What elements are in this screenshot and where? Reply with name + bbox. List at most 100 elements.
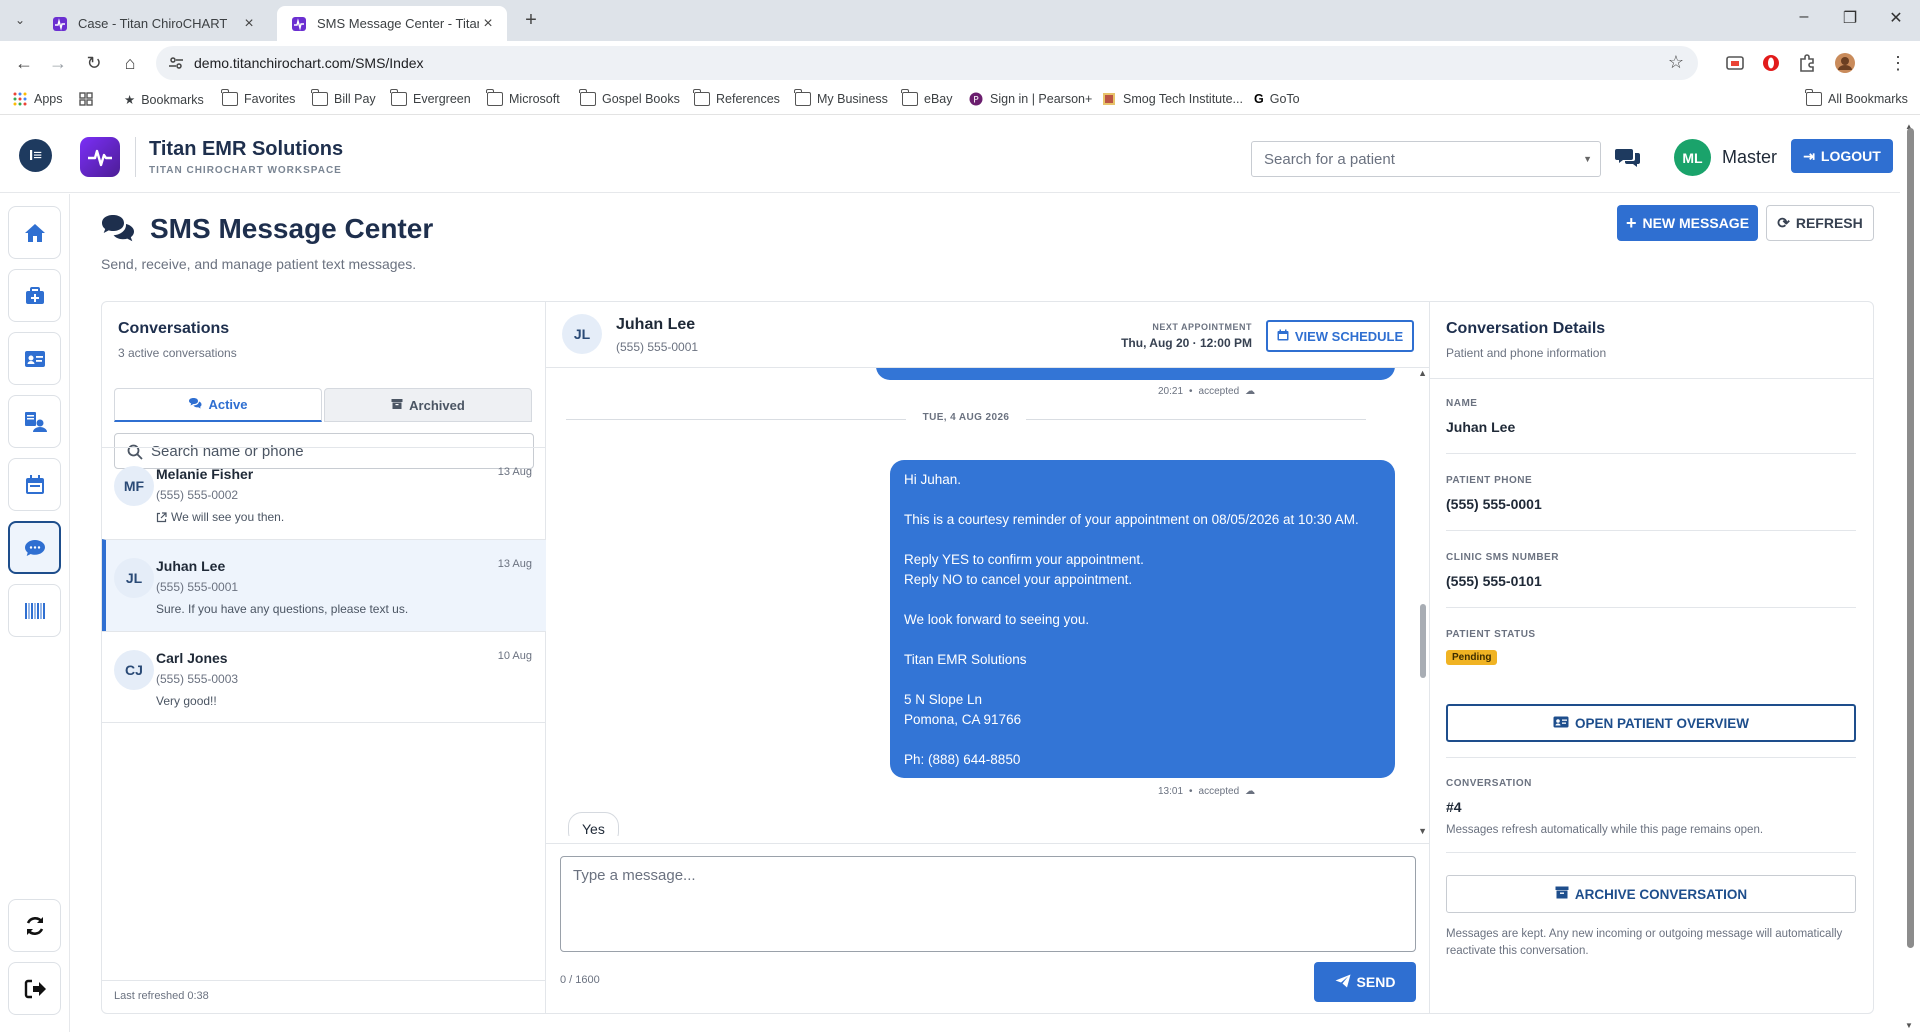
rail-home[interactable] <box>8 206 61 259</box>
contact-name: Melanie Fisher <box>156 466 254 482</box>
bookmark-star-icon[interactable]: ☆ <box>1668 52 1684 73</box>
address-bar[interactable]: demo.titanchirochart.com/SMS/Index ☆ <box>156 46 1698 80</box>
next-appointment-label: NEXT APPOINTMENT <box>1152 322 1252 332</box>
divider <box>546 843 1430 844</box>
scroll-down-icon[interactable]: ▼ <box>1418 826 1427 836</box>
tab-search-button[interactable]: ⌄ <box>8 8 32 32</box>
conversations-title: Conversations <box>118 320 230 337</box>
minimize-icon[interactable]: – <box>1794 8 1814 26</box>
restore-icon[interactable]: ❐ <box>1840 8 1860 28</box>
page-subtitle: Send, receive, and manage patient text m… <box>101 256 417 272</box>
paper-plane-icon <box>1335 974 1351 991</box>
close-tab-icon[interactable]: × <box>240 15 258 33</box>
contact-phone: (555) 555-0003 <box>156 672 239 686</box>
bookmark-evergreen[interactable]: Evergreen <box>390 89 471 106</box>
message-compose-textarea[interactable]: Type a message... <box>560 856 1416 952</box>
bookmark-pearson[interactable]: P Sign in | Pearson+ <box>968 92 1092 106</box>
rail-sync[interactable] <box>8 899 61 952</box>
bookmark-goto[interactable]: G GoTo <box>1254 92 1300 106</box>
contact-name: Juhan Lee <box>156 558 226 574</box>
page-scrollbar[interactable]: ▲ ▼ <box>1900 120 1920 1032</box>
rail-patients[interactable] <box>8 395 61 448</box>
message-preview: Very good!! <box>156 694 217 708</box>
bookmark-my-business[interactable]: My Business <box>794 89 888 106</box>
user-name[interactable]: Master <box>1722 147 1777 168</box>
reload-icon[interactable]: ↻ <box>82 51 106 75</box>
goto-icon: G <box>1254 92 1264 106</box>
tab-groups-icon[interactable] <box>78 92 100 106</box>
site-info-icon[interactable] <box>168 55 184 71</box>
scrollbar-thumb[interactable] <box>1420 604 1426 678</box>
conversation-item-juhan-lee[interactable]: JL Juhan Lee (555) 555-0001 Sure. If you… <box>102 539 546 631</box>
external-link-icon <box>156 511 167 522</box>
rail-sign-out[interactable] <box>8 962 61 1015</box>
opera-extension-icon[interactable] <box>1760 52 1782 74</box>
bookmark-apps[interactable]: Apps <box>12 92 63 106</box>
browser-tabstrip: ⌄ Case - Titan ChiroCHART × SMS Message … <box>0 0 1920 41</box>
bookmark-gospel-books[interactable]: Gospel Books <box>579 89 680 106</box>
bookmark-references[interactable]: References <box>693 89 780 106</box>
home-page-icon[interactable]: ⌂ <box>118 51 142 75</box>
browser-tab-case[interactable]: Case - Titan ChiroCHART × <box>38 6 268 41</box>
thread-scrollbar[interactable]: ▲ ▼ <box>1415 368 1429 836</box>
sidebar-toggle-icon[interactable]: I≡ <box>19 139 52 172</box>
folder-icon <box>221 89 238 106</box>
close-tab-icon[interactable]: × <box>479 15 497 33</box>
new-tab-button[interactable]: + <box>520 9 542 32</box>
back-icon[interactable]: ← <box>12 51 36 75</box>
extensions-icon[interactable] <box>1796 52 1818 74</box>
patient-search-select[interactable]: Search for a patient ▼ <box>1251 141 1601 177</box>
folder-icon <box>794 89 811 106</box>
message-meta: 20:21 • accepted ☁ <box>1158 386 1256 397</box>
rail-barcode[interactable] <box>8 584 61 637</box>
send-button[interactable]: SEND <box>1314 962 1416 1002</box>
open-patient-overview-button[interactable]: OPEN PATIENT OVERVIEW <box>1446 704 1856 742</box>
contact-phone: (555) 555-0001 <box>156 580 239 594</box>
refresh-button[interactable]: ⟳ REFRESH <box>1766 205 1874 241</box>
cloud-icon: ☁ <box>1245 786 1256 797</box>
rail-id-card[interactable] <box>8 332 61 385</box>
conversation-item-melanie-fisher[interactable]: MF Melanie Fisher (555) 555-0002 We will… <box>102 447 546 539</box>
rail-medical[interactable] <box>8 269 61 322</box>
user-avatar[interactable]: ML <box>1674 139 1711 176</box>
titan-logo <box>80 137 120 177</box>
cast-icon[interactable] <box>1724 52 1746 74</box>
tab-archived[interactable]: Archived <box>324 388 532 422</box>
thread-contact-phone: (555) 555-0001 <box>616 340 699 354</box>
bookmark-bill-pay[interactable]: Bill Pay <box>311 89 376 106</box>
tab-active[interactable]: Active <box>114 388 322 422</box>
character-count: 0 / 1600 <box>560 974 600 986</box>
calendar-icon <box>1277 329 1289 344</box>
bookmark-all-bookmarks[interactable]: All Bookmarks <box>1805 89 1908 106</box>
thread-header: JL Juhan Lee (555) 555-0001 NEXT APPOINT… <box>546 302 1430 368</box>
scroll-up-icon[interactable]: ▲ <box>1418 368 1427 378</box>
page-title: SMS Message Center <box>150 213 434 244</box>
plus-icon: + <box>1625 212 1637 233</box>
bookmark-bookmarks[interactable]: ★ Bookmarks <box>124 92 204 108</box>
pearson-icon: P <box>969 92 983 106</box>
message-bubble-incoming: Yes <box>568 812 619 836</box>
scrollbar-thumb[interactable] <box>1907 128 1914 948</box>
messages-icon[interactable] <box>1615 145 1641 169</box>
conversation-date: 10 Aug <box>497 650 532 662</box>
view-schedule-button[interactable]: VIEW SCHEDULE <box>1266 320 1414 352</box>
new-message-button[interactable]: + NEW MESSAGE <box>1617 205 1758 241</box>
browser-menu-icon[interactable]: ⋮ <box>1886 51 1910 75</box>
close-window-icon[interactable]: ✕ <box>1886 8 1906 28</box>
forward-icon[interactable]: → <box>46 51 70 75</box>
scroll-down-icon[interactable]: ▼ <box>1905 1021 1913 1030</box>
profile-avatar-icon[interactable] <box>1834 52 1856 74</box>
conversation-item-carl-jones[interactable]: CJ Carl Jones (555) 555-0003 Very good!!… <box>102 631 546 723</box>
name-label: NAME <box>1446 398 1478 409</box>
bookmark-smog-tech[interactable]: Smog Tech Institute... <box>1101 92 1243 106</box>
archive-conversation-button[interactable]: ARCHIVE CONVERSATION <box>1446 875 1856 913</box>
rail-sms[interactable] <box>8 521 61 574</box>
message-thread[interactable]: 20:21 • accepted ☁ TUE, 4 AUG 2026 Hi Ju… <box>546 368 1430 836</box>
logout-button[interactable]: ⇥ LOGOUT <box>1791 139 1893 173</box>
browser-tab-sms[interactable]: SMS Message Center - Titan Ch × <box>277 6 507 41</box>
bookmark-favorites[interactable]: Favorites <box>221 89 295 106</box>
rail-calendar[interactable] <box>8 458 61 511</box>
bookmark-ebay[interactable]: eBay <box>901 89 953 106</box>
conversation-label: CONVERSATION <box>1446 778 1532 789</box>
bookmark-microsoft[interactable]: Microsoft <box>486 89 560 106</box>
